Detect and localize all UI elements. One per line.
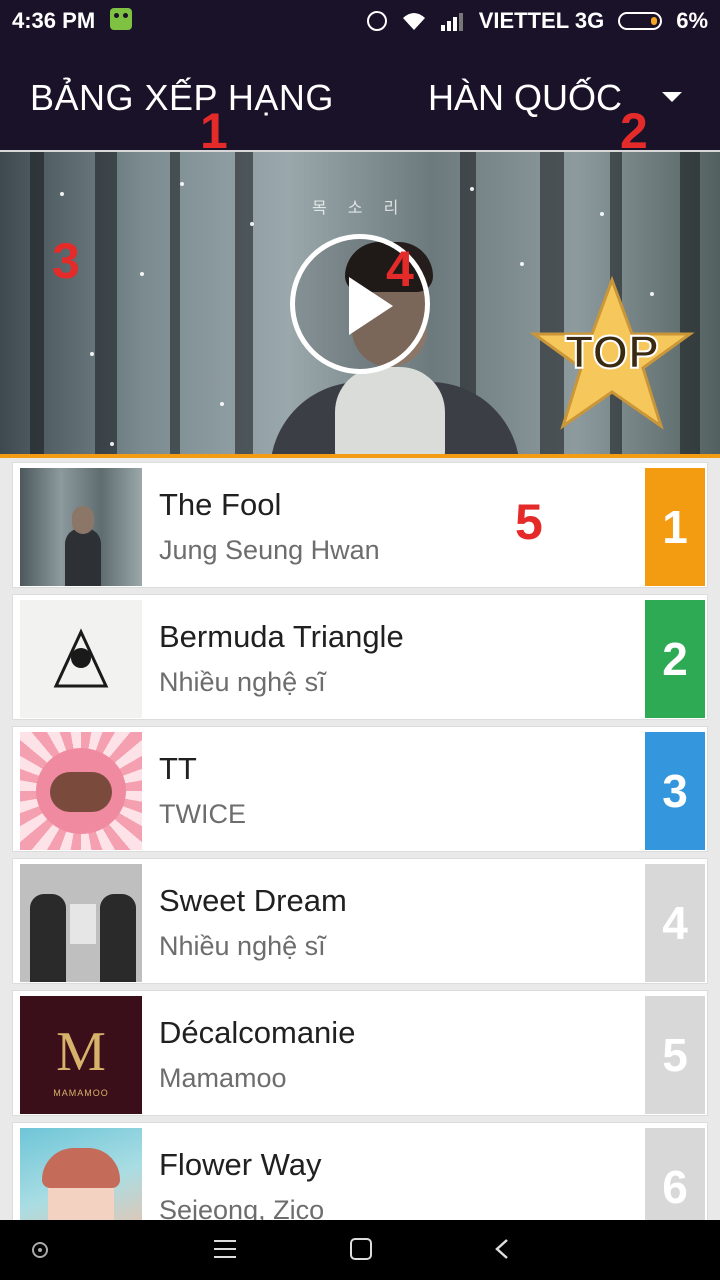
banner-tree xyxy=(30,152,44,454)
list-item[interactable]: The Fool Jung Seung Hwan 5 1 xyxy=(12,462,708,588)
album-label: MAMAMOO xyxy=(53,1088,109,1098)
battery-icon xyxy=(618,12,663,30)
assistant-icon[interactable] xyxy=(32,1242,48,1258)
song-title: Flower Way xyxy=(159,1147,322,1182)
snowflake xyxy=(110,442,114,446)
top-star-badge: TOP xyxy=(529,276,695,430)
snowflake xyxy=(600,212,604,216)
rank-badge: 2 xyxy=(645,600,705,718)
annotation-marker-3: 3 xyxy=(52,233,80,289)
app-notification-icon xyxy=(110,8,132,30)
carrier-label: VIETTEL 3G xyxy=(478,8,605,33)
chart-list: The Fool Jung Seung Hwan 5 1 Bermuda Tri… xyxy=(0,458,720,1220)
triangle-icon xyxy=(53,628,109,688)
album-thumbnail xyxy=(20,732,142,850)
song-artist: TWICE xyxy=(159,799,246,829)
album-thumbnail xyxy=(20,1128,142,1220)
top-badge-text: TOP xyxy=(565,326,659,378)
annotation-marker-4: 4 xyxy=(386,241,414,297)
snowflake xyxy=(470,187,474,191)
album-thumbnail xyxy=(20,864,142,982)
banner-tree xyxy=(95,152,117,454)
list-item[interactable]: TT TWICE 3 xyxy=(12,726,708,852)
album-thumbnail xyxy=(20,468,142,586)
banner-album-text: 목 소 리 xyxy=(312,198,407,217)
list-item[interactable]: Bermuda Triangle Nhiều nghệ sĩ 2 xyxy=(12,594,708,720)
list-item[interactable]: Sweet Dream Nhiều nghệ sĩ 4 xyxy=(12,858,708,984)
wifi-icon xyxy=(402,13,425,30)
battery-percent: 6% xyxy=(676,8,708,33)
country-selector[interactable]: HÀN QUỐC xyxy=(428,77,622,119)
page-title: BẢNG XẾP HẠNG xyxy=(30,77,334,118)
system-navbar xyxy=(0,1220,720,1280)
caret-down-icon[interactable] xyxy=(662,92,682,102)
snowflake xyxy=(60,192,64,196)
status-time: 4:36 PM xyxy=(12,8,96,33)
snowflake xyxy=(220,402,224,406)
rank-badge: 4 xyxy=(645,864,705,982)
song-title: The Fool xyxy=(159,487,282,522)
snowflake xyxy=(90,352,94,356)
status-right: VIETTEL 3G 6% xyxy=(366,8,708,34)
album-monogram: M xyxy=(56,1021,106,1083)
banner-tree xyxy=(235,152,253,454)
annotation-marker-5: 5 xyxy=(515,494,543,550)
song-title: TT xyxy=(159,751,197,786)
rank-badge: 5 xyxy=(645,996,705,1114)
snowflake xyxy=(520,262,524,266)
snowflake xyxy=(180,182,184,186)
back-icon[interactable] xyxy=(492,1238,514,1260)
list-item[interactable]: M MAMAMOO Décalcomanie Mamamoo 5 xyxy=(12,990,708,1116)
rank-badge: 1 xyxy=(645,468,705,586)
rank-badge: 3 xyxy=(645,732,705,850)
snowflake xyxy=(250,222,254,226)
home-icon[interactable] xyxy=(350,1238,372,1260)
banner-tree xyxy=(170,152,180,454)
album-thumbnail: M MAMAMOO xyxy=(20,996,142,1114)
status-bar: 4:36 PM VIETTEL 3G 6% xyxy=(0,0,720,42)
menu-icon[interactable] xyxy=(214,1238,236,1260)
alarm-icon xyxy=(366,11,387,31)
song-artist: Sejeong, Zico xyxy=(159,1195,325,1220)
list-item[interactable]: Flower Way Sejeong, Zico 6 xyxy=(12,1122,708,1220)
banner-person-scarf xyxy=(335,367,445,454)
song-artist: Jung Seung Hwan xyxy=(159,535,380,565)
toolbar: BẢNG XẾP HẠNG HÀN QUỐC 1 2 xyxy=(0,42,720,159)
song-artist: Nhiều nghệ sĩ xyxy=(159,667,326,697)
featured-banner[interactable]: 목 소 리 3 4 TOP xyxy=(0,152,720,454)
song-title: Décalcomanie xyxy=(159,1015,356,1050)
song-artist: Mamamoo xyxy=(159,1063,287,1093)
song-title: Bermuda Triangle xyxy=(159,619,404,654)
snowflake xyxy=(140,272,144,276)
rank-badge: 6 xyxy=(645,1128,705,1220)
album-thumbnail xyxy=(20,600,142,718)
signal-icon xyxy=(440,13,463,31)
song-title: Sweet Dream xyxy=(159,883,347,918)
song-artist: Nhiều nghệ sĩ xyxy=(159,931,326,961)
